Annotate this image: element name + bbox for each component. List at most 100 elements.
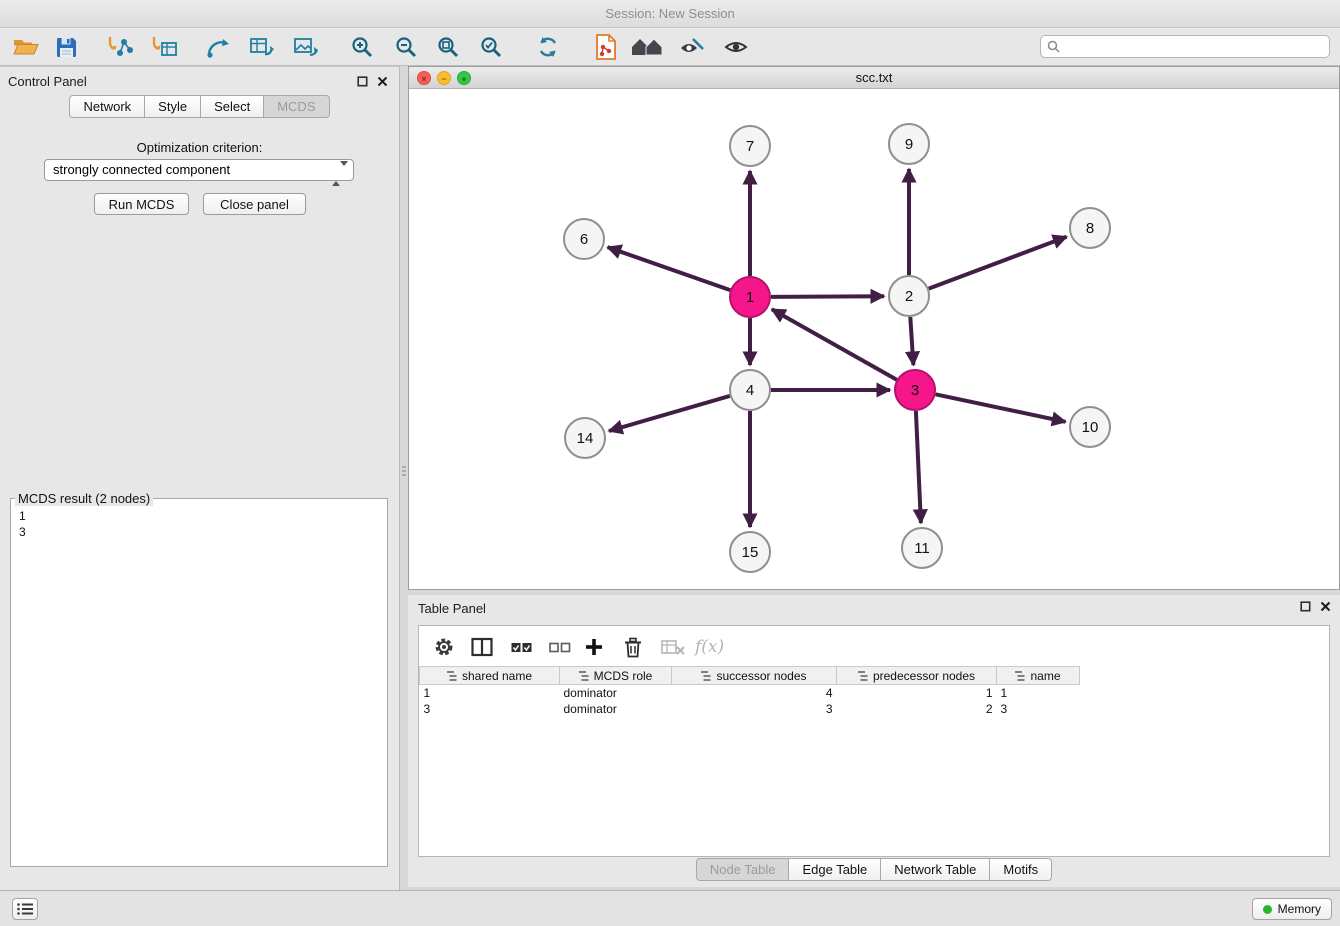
graph-edge[interactable] — [910, 317, 913, 365]
mcds-result-box: MCDS result (2 nodes) 1 3 — [10, 491, 388, 867]
zoom-selected-icon[interactable] — [473, 31, 509, 63]
float-table-panel-icon[interactable] — [1298, 600, 1312, 614]
graph-node[interactable]: 4 — [730, 370, 770, 410]
open-file-icon[interactable] — [8, 31, 44, 63]
tab-network[interactable]: Network — [69, 95, 145, 118]
graph-node[interactable]: 3 — [895, 370, 935, 410]
tab-style[interactable]: Style — [145, 95, 201, 118]
minimize-window-icon[interactable]: − — [437, 71, 451, 85]
control-panel-tabs: Network Style Select MCDS — [0, 95, 399, 118]
import-table-icon[interactable] — [146, 31, 182, 63]
mcds-result-value: 1 — [11, 506, 387, 524]
home-view-icon[interactable] — [630, 31, 666, 63]
maximize-window-icon[interactable]: + — [457, 71, 471, 85]
graph-node[interactable]: 1 — [730, 277, 770, 317]
panel-splitter-handle[interactable] — [401, 466, 406, 482]
close-window-icon[interactable]: × — [417, 71, 431, 85]
column-header-name[interactable]: name — [997, 667, 1080, 685]
tab-motifs[interactable]: Motifs — [990, 858, 1052, 881]
graph-node[interactable]: 2 — [889, 276, 929, 316]
column-header-predecessor-nodes[interactable]: predecessor nodes — [837, 667, 997, 685]
memory-status-icon — [1263, 905, 1272, 914]
search-icon — [1047, 40, 1060, 53]
table-row[interactable]: 3 dominator 3 2 3 — [420, 701, 1080, 717]
float-panel-icon[interactable] — [355, 75, 369, 89]
column-header-shared-name[interactable]: shared name — [420, 667, 560, 685]
close-table-panel-icon[interactable] — [1318, 600, 1332, 614]
import-network-icon[interactable] — [102, 31, 138, 63]
network-file-icon[interactable] — [588, 31, 624, 63]
optimization-criterion-select[interactable]: strongly connected component — [44, 159, 354, 181]
window-title: Session: New Session — [605, 6, 734, 21]
memory-button[interactable]: Memory — [1252, 898, 1332, 920]
dropdown-stepper-icon — [332, 164, 348, 184]
function-builder-icon[interactable]: f(x) — [695, 634, 724, 660]
graph-edge[interactable] — [936, 394, 1066, 422]
graph-node[interactable]: 9 — [889, 124, 929, 164]
column-header-successor-nodes[interactable]: successor nodes — [672, 667, 837, 685]
zoom-fit-icon[interactable] — [430, 31, 466, 63]
zoom-out-icon[interactable] — [388, 31, 424, 63]
application-window: Session: New Session — [0, 0, 1340, 926]
style-visibility-icon[interactable] — [674, 31, 710, 63]
network-from-selection-icon[interactable] — [200, 31, 236, 63]
table-toolbar: f(x) — [419, 626, 1329, 666]
search-box[interactable] — [1040, 35, 1330, 58]
graph-node[interactable]: 10 — [1070, 407, 1110, 447]
graph-node[interactable]: 6 — [564, 219, 604, 259]
tab-edge-table[interactable]: Edge Table — [789, 858, 881, 881]
table-panel: Table Panel — [408, 595, 1340, 887]
show-graphics-icon[interactable] — [718, 31, 754, 63]
graph-node[interactable]: 14 — [565, 418, 605, 458]
graph-edge[interactable] — [608, 247, 731, 290]
graph-node[interactable]: 7 — [730, 126, 770, 166]
column-sort-icon — [701, 671, 712, 681]
network-view-window: × − + scc.txt 7 9 6 8 1 2 4 3 14 10 15 11 — [408, 66, 1340, 590]
zoom-in-icon[interactable] — [344, 31, 380, 63]
svg-text:1: 1 — [746, 289, 754, 306]
main-toolbar — [0, 28, 1340, 66]
create-column-icon[interactable] — [585, 634, 603, 660]
close-panel-icon[interactable] — [375, 75, 389, 89]
graph-edge[interactable] — [929, 237, 1067, 289]
export-image-icon[interactable] — [288, 31, 324, 63]
apply-layout-icon[interactable] — [530, 31, 566, 63]
graph-node[interactable]: 11 — [902, 528, 942, 568]
graph-node[interactable]: 15 — [730, 532, 770, 572]
tab-mcds[interactable]: MCDS — [264, 95, 329, 118]
node-table: shared name MCDS role successor nodes pr… — [419, 666, 1080, 717]
network-canvas[interactable]: 7 9 6 8 1 2 4 3 14 10 15 11 — [409, 89, 1339, 588]
graph-edge[interactable] — [772, 309, 897, 379]
graph-edge[interactable] — [609, 396, 730, 431]
network-window-title: scc.txt — [856, 70, 893, 85]
control-panel-header: Control Panel — [0, 67, 399, 95]
graph-edge[interactable] — [916, 411, 921, 523]
show-panel-list-icon[interactable] — [12, 898, 38, 920]
table-header-row: shared name MCDS role successor nodes pr… — [420, 667, 1080, 685]
graph-node[interactable]: 8 — [1070, 208, 1110, 248]
delete-table-icon[interactable] — [661, 634, 685, 660]
tab-node-table[interactable]: Node Table — [696, 858, 790, 881]
column-sort-icon — [858, 671, 869, 681]
delete-column-icon[interactable] — [623, 634, 643, 660]
tab-network-table[interactable]: Network Table — [881, 858, 990, 881]
graph-edge[interactable] — [771, 296, 884, 297]
save-session-icon[interactable] — [48, 31, 84, 63]
show-columns-icon[interactable] — [471, 634, 493, 660]
status-bar: Memory — [0, 890, 1340, 926]
svg-text:15: 15 — [742, 544, 759, 561]
deselect-all-columns-icon[interactable] — [549, 634, 571, 660]
column-sort-icon — [579, 671, 590, 681]
column-header-mcds-role[interactable]: MCDS role — [560, 667, 672, 685]
optimization-criterion-value: strongly connected component — [53, 162, 230, 177]
select-all-columns-icon[interactable] — [511, 634, 533, 660]
svg-text:2: 2 — [905, 288, 913, 305]
run-mcds-button[interactable]: Run MCDS — [94, 193, 189, 215]
new-network-table-icon[interactable] — [244, 31, 280, 63]
table-panel-title: Table Panel — [418, 601, 486, 616]
tab-select[interactable]: Select — [201, 95, 264, 118]
table-row[interactable]: 1 dominator 4 1 1 — [420, 685, 1080, 701]
table-settings-icon[interactable] — [433, 634, 455, 660]
close-panel-button[interactable]: Close panel — [203, 193, 306, 215]
search-input[interactable] — [1064, 40, 1329, 54]
